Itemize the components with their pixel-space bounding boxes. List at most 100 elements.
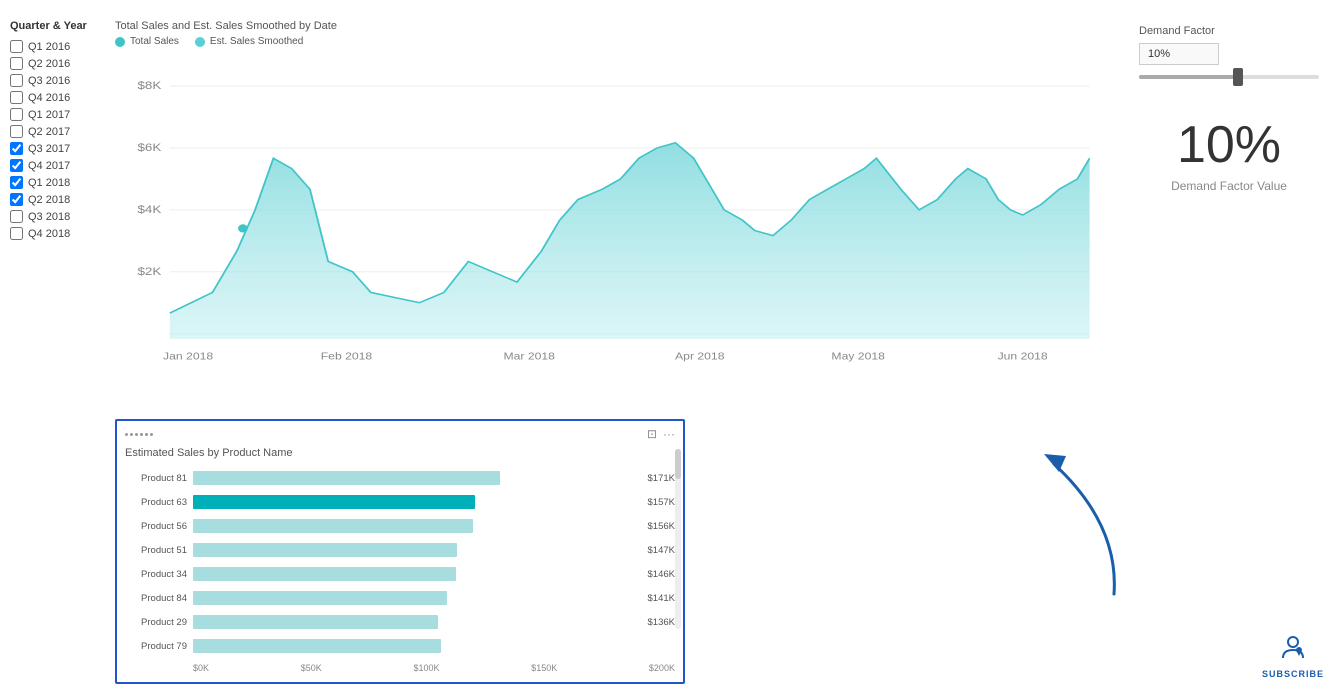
x-axis-label-3: $150K — [531, 663, 557, 673]
bar-label: Product 56 — [125, 521, 193, 532]
filter-label-0: Q1 2016 — [28, 41, 70, 53]
filter-label-4: Q1 2017 — [28, 109, 70, 121]
slider-track[interactable] — [1139, 75, 1319, 79]
bar-fill — [193, 591, 447, 605]
filter-checkbox-8[interactable] — [10, 176, 23, 189]
filter-label-5: Q2 2017 — [28, 126, 70, 138]
slider-thumb[interactable] — [1233, 68, 1243, 86]
table-row: Product 63$157K — [125, 491, 675, 513]
bar-fill — [193, 639, 441, 653]
filter-label-7: Q4 2017 — [28, 160, 70, 172]
bar-chart-panel: ⊡ ··· Estimated Sales by Product Name Pr… — [115, 419, 685, 684]
demand-factor-value-label: Demand Factor Value — [1139, 179, 1319, 193]
drag-handle[interactable] — [125, 433, 153, 436]
demand-factor-box: 10% — [1139, 43, 1219, 65]
sidebar-title: Quarter & Year — [10, 20, 100, 32]
scrollbar-thumb[interactable] — [675, 449, 681, 479]
filter-item-2[interactable]: Q3 2016 — [10, 74, 100, 87]
legend-est-sales: Est. Sales Smoothed — [195, 36, 303, 47]
bar-label: Product 34 — [125, 569, 193, 580]
filter-checkbox-3[interactable] — [10, 91, 23, 104]
svg-text:$6K: $6K — [137, 141, 162, 154]
filter-checkbox-4[interactable] — [10, 108, 23, 121]
svg-text:$8K: $8K — [137, 79, 162, 92]
slider-fill — [1139, 75, 1238, 79]
filter-checkbox-0[interactable] — [10, 40, 23, 53]
bar-track — [193, 543, 643, 557]
bar-fill — [193, 543, 457, 557]
filter-checkbox-1[interactable] — [10, 57, 23, 70]
expand-icon[interactable]: ⊡ — [647, 427, 657, 441]
subscribe-area[interactable]: SUBSCRIBE — [1262, 632, 1324, 679]
bar-fill — [193, 495, 475, 509]
chart-legend: Total Sales Est. Sales Smoothed — [115, 36, 1114, 47]
svg-text:May 2018: May 2018 — [831, 351, 884, 362]
svg-text:$2K: $2K — [137, 265, 162, 278]
total-sales-dot — [115, 37, 125, 47]
filter-label-3: Q4 2016 — [28, 92, 70, 104]
svg-text:Feb 2018: Feb 2018 — [321, 351, 372, 362]
more-icon[interactable]: ··· — [663, 427, 675, 441]
x-axis-label-1: $50K — [301, 663, 322, 673]
table-row: Product 84$141K — [125, 587, 675, 609]
drag-dot-1 — [125, 433, 128, 436]
filter-checkbox-5[interactable] — [10, 125, 23, 138]
svg-text:Jun 2018: Jun 2018 — [998, 351, 1048, 362]
bar-fill — [193, 615, 438, 629]
filter-checkbox-7[interactable] — [10, 159, 23, 172]
filter-item-4[interactable]: Q1 2017 — [10, 108, 100, 121]
filter-checkbox-9[interactable] — [10, 193, 23, 206]
drag-dot-6 — [150, 433, 153, 436]
filter-item-11[interactable]: Q4 2018 — [10, 227, 100, 240]
subscribe-label: SUBSCRIBE — [1262, 669, 1324, 679]
filter-item-10[interactable]: Q3 2018 — [10, 210, 100, 223]
bar-chart-area: Product 81$171KProduct 63$157KProduct 56… — [125, 467, 675, 659]
bar-value: $136K — [648, 617, 675, 628]
table-row: Product 51$147K — [125, 539, 675, 561]
filter-checkbox-11[interactable] — [10, 227, 23, 240]
table-row: Product 79 — [125, 635, 675, 657]
filter-checkbox-6[interactable] — [10, 142, 23, 155]
filter-item-0[interactable]: Q1 2016 — [10, 40, 100, 53]
filter-item-8[interactable]: Q1 2018 — [10, 176, 100, 189]
filter-item-7[interactable]: Q4 2017 — [10, 159, 100, 172]
svg-text:$4K: $4K — [137, 203, 162, 216]
x-axis-label-4: $200K — [649, 663, 675, 673]
total-sales-label: Total Sales — [130, 36, 179, 47]
scrollbar[interactable] — [675, 449, 681, 629]
sidebar: Quarter & Year Q1 2016 Q2 2016 Q3 2016 Q4 2… — [0, 10, 110, 684]
table-row: Product 29$136K — [125, 611, 675, 633]
drag-dot-4 — [140, 433, 143, 436]
bar-fill — [193, 471, 500, 485]
filter-label-6: Q3 2017 — [28, 143, 70, 155]
filters-container: Q1 2016 Q2 2016 Q3 2016 Q4 2016 Q1 2017 Q2 20… — [10, 40, 100, 240]
filter-label-10: Q3 2018 — [28, 211, 70, 223]
filter-checkbox-2[interactable] — [10, 74, 23, 87]
panel-header: ⊡ ··· — [125, 427, 675, 441]
filter-item-3[interactable]: Q4 2016 — [10, 91, 100, 104]
bar-track — [193, 639, 670, 653]
bar-fill — [193, 567, 456, 581]
filter-item-5[interactable]: Q2 2017 — [10, 125, 100, 138]
arrow-annotation — [1024, 444, 1144, 604]
bar-label: Product 63 — [125, 497, 193, 508]
bar-track — [193, 495, 643, 509]
bar-label: Product 51 — [125, 545, 193, 556]
bar-label: Product 79 — [125, 641, 193, 652]
drag-dot-2 — [130, 433, 133, 436]
bar-track — [193, 591, 643, 605]
table-row: Product 34$146K — [125, 563, 675, 585]
slider-container[interactable] — [1139, 75, 1319, 79]
filter-item-1[interactable]: Q2 2016 — [10, 57, 100, 70]
filter-item-6[interactable]: Q3 2017 — [10, 142, 100, 155]
filter-checkbox-10[interactable] — [10, 210, 23, 223]
drag-dot-5 — [145, 433, 148, 436]
bar-value: $156K — [648, 521, 675, 532]
demand-factor-label: Demand Factor — [1139, 25, 1319, 37]
legend-total-sales: Total Sales — [115, 36, 179, 47]
filter-label-1: Q2 2016 — [28, 58, 70, 70]
x-axis-label-0: $0K — [193, 663, 209, 673]
area-chart-svg: $8K $6K $4K $2K Jan 2018 — [115, 55, 1114, 375]
filter-item-9[interactable]: Q2 2018 — [10, 193, 100, 206]
right-panel: Demand Factor 10% 10% Demand Factor Valu… — [1119, 10, 1339, 684]
